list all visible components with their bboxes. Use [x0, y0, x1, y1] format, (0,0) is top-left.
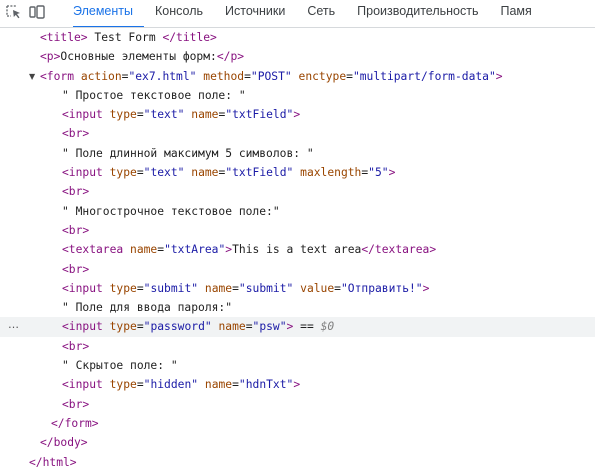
tree-line-br[interactable]: <br> — [0, 395, 595, 414]
tab-performance[interactable]: Производительность — [346, 0, 489, 27]
tree-line-br[interactable]: <br> — [0, 182, 595, 201]
tab-sources[interactable]: Источники — [214, 0, 296, 27]
tab-network[interactable]: Сеть — [296, 0, 346, 27]
tree-line-input[interactable]: <input type="hidden" name="hdnTxt"> — [0, 375, 595, 394]
tree-line-br[interactable]: <br> — [0, 337, 595, 356]
tree-line-html-close[interactable]: </html> — [0, 453, 595, 472]
tree-line-text[interactable]: " Многострочное текстовое поле:" — [0, 202, 595, 221]
more-options-icon[interactable]: … — [8, 315, 19, 334]
tree-line-input[interactable]: <input type="text" name="txtField" maxle… — [0, 163, 595, 182]
tree-line-form-close[interactable]: </form> — [0, 414, 595, 433]
device-toolbar-icon[interactable] — [29, 5, 47, 19]
tree-line-input[interactable]: <input type="text" name="txtField"> — [0, 105, 595, 124]
tree-line-text[interactable]: " Поле для ввода пароля:" — [0, 298, 595, 317]
devtools-tabs: Элементы Консоль Источники Сеть Производител… — [73, 0, 543, 27]
tree-line-text[interactable]: " Простое текстовое поле: " — [0, 86, 595, 105]
tree-line-br[interactable]: <br> — [0, 124, 595, 143]
tab-memory[interactable]: Памя — [490, 0, 543, 27]
tree-line-br[interactable]: <br> — [0, 260, 595, 279]
devtools-tabbar: Элементы Консоль Источники Сеть Производител… — [0, 0, 595, 28]
tree-line-body-close[interactable]: </body> — [0, 433, 595, 452]
tree-line-p[interactable]: <p>Основные элементы форм:</p> — [0, 47, 595, 66]
tree-line-input[interactable]: <input type="submit" name="submit" value… — [0, 279, 595, 298]
tab-console[interactable]: Консоль — [144, 0, 214, 27]
tab-elements[interactable]: Элементы — [73, 0, 144, 27]
tree-line-br[interactable]: <br> — [0, 221, 595, 240]
expand-arrow-icon[interactable]: ▼ — [29, 67, 35, 86]
tree-line-form[interactable]: ▼ <form action="ex7.html" method="POST" … — [0, 67, 595, 86]
tree-line-textarea[interactable]: <textarea name="txtArea">This is a text … — [0, 240, 595, 259]
dom-tree: <title> Test Form </title> <p>Основные э… — [0, 28, 595, 472]
tree-line-text[interactable]: " Поле длинной максимум 5 символов: " — [0, 144, 595, 163]
tree-line-selected-input[interactable]: … <input type="password" name="psw"> == … — [0, 315, 595, 337]
inspect-element-icon[interactable] — [6, 5, 24, 19]
tree-line-text[interactable]: " Скрытое поле: " — [0, 356, 595, 375]
tree-line-title[interactable]: <title> Test Form </title> — [0, 28, 595, 47]
